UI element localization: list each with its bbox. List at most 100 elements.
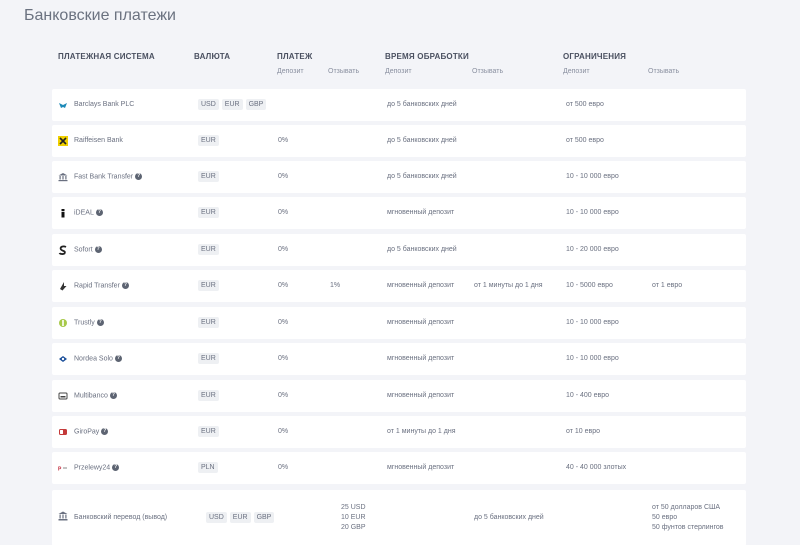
help-icon[interactable]: ? xyxy=(109,392,117,399)
table-row: P Przelewy24? PLN 0% мгновенный депозит 40 - … xyxy=(52,452,746,484)
payment-system-name: Przelewy24? xyxy=(74,464,120,472)
payment-system-name: Multibanco? xyxy=(74,392,117,400)
fee-deposit: 0% xyxy=(278,173,289,180)
limits-deposit: от 10 евро xyxy=(566,428,601,435)
barclays-eagle-icon xyxy=(58,100,68,110)
subheader-limits-withdraw: Отзывать xyxy=(648,68,680,75)
table-row: Rapid Transfer? EUR 0% 1% мгновенный депозит… xyxy=(52,270,746,302)
payment-system-name: Fast Bank Transfer? xyxy=(74,173,143,181)
currency-list: EUR xyxy=(198,390,222,401)
currency-badge: GBP xyxy=(253,512,275,523)
time-deposit: до 5 банковских дней xyxy=(387,137,457,144)
payment-system-name: Raiffeisen Bank xyxy=(74,137,123,144)
limits-deposit: 40 - 40 000 злотых xyxy=(566,464,627,471)
subheader-fee-withdraw: Отзывать xyxy=(328,68,360,75)
help-icon[interactable]: ? xyxy=(114,355,122,362)
limits-deposit: 10 - 20 000 евро xyxy=(566,246,619,253)
table-row: Trustly? EUR 0% мгновенный депозит 10 - 10 0… xyxy=(52,307,746,339)
limits-deposit: от 500 евро xyxy=(566,137,604,144)
header-payment-system: ПЛАТЕЖНАЯ СИСТЕМА xyxy=(58,52,155,61)
fee-withdraw: 1% xyxy=(330,282,341,289)
currency-badge: EUR xyxy=(229,512,251,523)
table-row: Raiffeisen Bank EUR 0% до 5 банковских дней… xyxy=(52,125,746,157)
limits-deposit: 10 - 10 000 евро xyxy=(566,319,619,326)
fee-deposit: 0% xyxy=(278,246,289,253)
help-icon[interactable]: ? xyxy=(96,319,104,326)
multibanco-icon xyxy=(58,391,68,401)
subheader-limits-deposit: Депозит xyxy=(563,68,590,75)
currency-badge: EUR xyxy=(198,171,219,182)
limits-deposit: 10 - 400 евро xyxy=(566,392,610,399)
table-row: GiroPay? EUR 0% от 1 минуты до 1 дня от 10 е… xyxy=(52,416,746,448)
currency-list: USD EUR GBP xyxy=(198,99,269,110)
payment-system-name: Barclays Bank PLC xyxy=(74,101,135,108)
subheader-time-withdraw: Отзывать xyxy=(472,68,504,75)
time-deposit: мгновенный депозит xyxy=(387,282,455,289)
currency-badge: EUR xyxy=(198,207,219,218)
help-icon[interactable]: ? xyxy=(101,428,109,435)
payment-system-name: Trustly? xyxy=(74,319,104,327)
header-processing-time: ВРЕМЯ ОБРАБОТКИ xyxy=(385,52,469,61)
limits-withdraw-values: от 50 долларов США 50 евро 50 фунтов сте… xyxy=(652,504,724,531)
currency-list: EUR xyxy=(198,317,222,328)
currency-list: EUR xyxy=(198,135,222,146)
time-deposit: мгновенный депозит xyxy=(387,355,455,362)
currency-badge: EUR xyxy=(198,280,219,291)
time-deposit: до 5 банковских дней xyxy=(387,246,457,253)
fee-deposit: 0% xyxy=(278,428,289,435)
table-row: Sofort? EUR 0% до 5 банковских дней 10 - 20 … xyxy=(52,234,746,266)
table-row: Fast Bank Transfer? EUR 0% до 5 банковских … xyxy=(52,161,746,193)
currency-list: PLN xyxy=(198,462,221,473)
currency-badge: EUR xyxy=(198,390,219,401)
currency-list: EUR xyxy=(198,426,222,437)
raiffeisen-icon xyxy=(58,136,68,146)
header-currency: ВАЛЮТА xyxy=(194,52,231,61)
bank-building-icon xyxy=(58,511,68,521)
fee-deposit: 0% xyxy=(278,319,289,326)
currency-badge: EUR xyxy=(221,99,243,110)
currency-list: USD EUR GBP xyxy=(206,512,277,523)
currency-list: EUR xyxy=(198,280,222,291)
payment-system-name: Nordea Solo? xyxy=(74,355,122,363)
sofort-icon xyxy=(58,245,68,255)
currency-badge: GBP xyxy=(245,99,267,110)
trustly-icon xyxy=(58,318,68,328)
time-deposit: мгновенный депозит xyxy=(387,464,455,471)
currency-badge: EUR xyxy=(198,317,219,328)
limits-deposit: от 500 евро xyxy=(566,101,604,108)
time-deposit: от 1 минуты до 1 дня xyxy=(387,428,456,435)
help-icon[interactable]: ? xyxy=(121,282,129,289)
currency-list: EUR xyxy=(198,353,222,364)
table-row: Barclays Bank PLC USD EUR GBP до 5 банковски… xyxy=(52,89,746,121)
table-row-bank-withdrawal: Банковский перевод (вывод) USD EUR GBP 25 … xyxy=(52,490,746,545)
bank-transfer-icon xyxy=(58,172,68,182)
fee-deposit: 0% xyxy=(278,209,289,216)
currency-badge: EUR xyxy=(198,353,219,364)
help-icon[interactable]: ? xyxy=(135,173,143,180)
fee-deposit: 0% xyxy=(278,355,289,362)
time-withdraw: от 1 минуты до 1 дня xyxy=(474,282,543,289)
limits-deposit: 10 - 10 000 евро xyxy=(566,355,619,362)
header-limits: ОГРАНИЧЕНИЯ xyxy=(563,52,627,61)
payment-system-name: iDEAL? xyxy=(74,209,103,217)
time-deposit: мгновенный депозит xyxy=(387,209,455,216)
fee-deposit: 0% xyxy=(278,392,289,399)
help-icon[interactable]: ? xyxy=(112,464,120,471)
limits-deposit: 10 - 10 000 евро xyxy=(566,173,619,180)
currency-badge: PLN xyxy=(198,462,218,473)
fee-deposit: 0% xyxy=(278,282,289,289)
currency-badge: EUR xyxy=(198,244,219,255)
help-icon[interactable]: ? xyxy=(95,209,103,216)
payment-system-name: Банковский перевод (вывод) xyxy=(74,514,168,521)
fee-deposit: 0% xyxy=(278,464,289,471)
currency-badge: EUR xyxy=(198,135,219,146)
payment-system-name: Sofort? xyxy=(74,246,102,254)
table-row: Multibanco? EUR 0% мгновенный депозит 10 - 4… xyxy=(52,380,746,412)
subheader-fee-deposit: Депозит xyxy=(277,68,304,75)
help-icon[interactable]: ? xyxy=(94,246,102,253)
subheader-time-deposit: Депозит xyxy=(385,68,412,75)
giropay-icon xyxy=(58,427,68,437)
table-row: Nordea Solo? EUR 0% мгновенный депозит 10 - … xyxy=(52,343,746,375)
header-fee: ПЛАТЕЖ xyxy=(277,52,313,61)
limits-withdraw: от 1 евро xyxy=(652,282,683,289)
